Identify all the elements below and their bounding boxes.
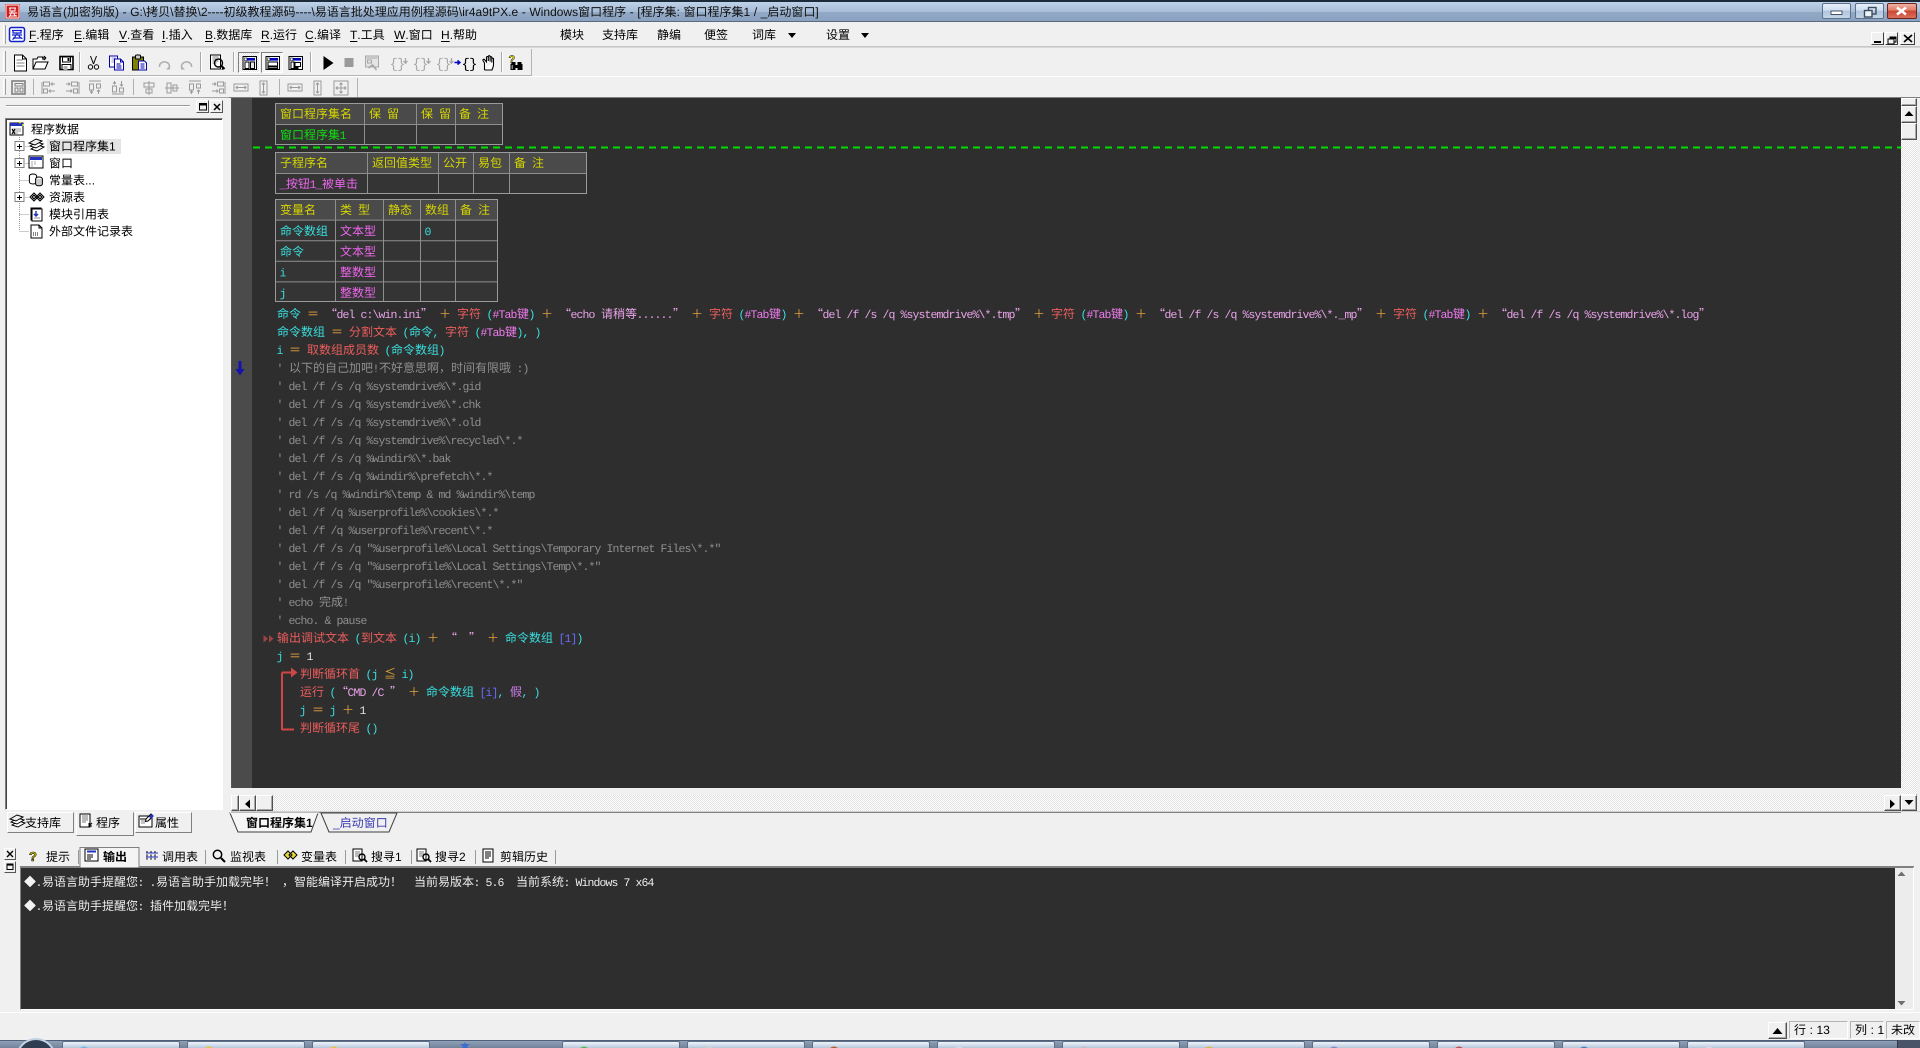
svg-text:?: ? [29,849,37,864]
